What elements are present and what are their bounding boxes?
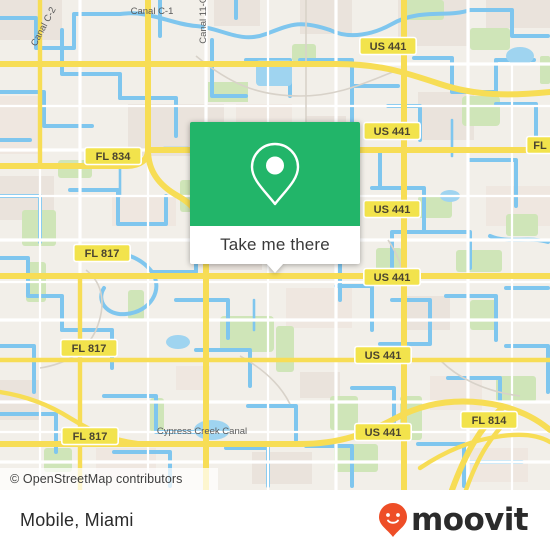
highway-shield-label: FL 817	[73, 431, 108, 443]
highway-shield: US 441	[358, 36, 417, 56]
place-name: Mobile, Miami	[20, 509, 134, 530]
highway-shield: US 441	[362, 199, 421, 219]
highway-shield-label: FL 834	[96, 151, 132, 163]
highway-shield-label: US 441	[374, 126, 411, 138]
highway-shield-label: US 441	[365, 427, 402, 439]
take-me-there-callout[interactable]: Take me there	[190, 122, 360, 273]
take-me-there-label: Take me there	[220, 235, 330, 254]
highway-shield-label: FL	[533, 140, 547, 152]
highway-shield: US 441	[362, 121, 421, 141]
highway-shield: FL	[525, 135, 550, 155]
callout-footer[interactable]: Take me there	[190, 226, 360, 264]
callout-tail	[266, 263, 284, 273]
moovit-brand[interactable]: moovit	[378, 501, 529, 538]
osm-attribution: © OpenStreetMap contributors	[0, 468, 218, 490]
highway-shield-label: US 441	[374, 272, 411, 284]
map-canal-label: Canal C-1	[131, 6, 174, 17]
callout-pin-area	[190, 122, 360, 226]
moovit-pin-smiley-icon	[379, 503, 408, 537]
highway-shield: US 441	[353, 345, 412, 365]
map-pin-icon	[250, 142, 300, 206]
highway-shield: FL 817	[73, 243, 132, 263]
highway-shield: US 441	[362, 267, 421, 287]
highway-shield-label: US 441	[370, 41, 407, 53]
highway-shield: FL 834	[84, 146, 143, 166]
highway-shield: FL 817	[59, 338, 119, 358]
highway-shield-label: FL 814	[472, 415, 508, 427]
highway-shield: US 441	[353, 422, 412, 442]
highway-shield-label: US 441	[374, 204, 411, 216]
map-canal-label: Canal 11-C	[198, 0, 209, 44]
highway-shield-label: FL 817	[85, 248, 120, 260]
map-canal-label: Cypress Creek Canal	[157, 426, 247, 437]
moovit-wordmark: moovit	[411, 501, 529, 538]
highway-shield: FL 814	[459, 410, 518, 430]
highway-shield-label: US 441	[365, 350, 402, 362]
osm-attribution-text: © OpenStreetMap contributors	[10, 472, 183, 486]
highway-shield: FL 817	[60, 426, 120, 446]
bottom-bar: Mobile, Miami moovit	[0, 490, 550, 550]
highway-shield-label: FL 817	[72, 343, 107, 355]
moovit-map-screen: .water{fill:none;stroke:#7fc6ee;stroke-w…	[0, 0, 550, 550]
